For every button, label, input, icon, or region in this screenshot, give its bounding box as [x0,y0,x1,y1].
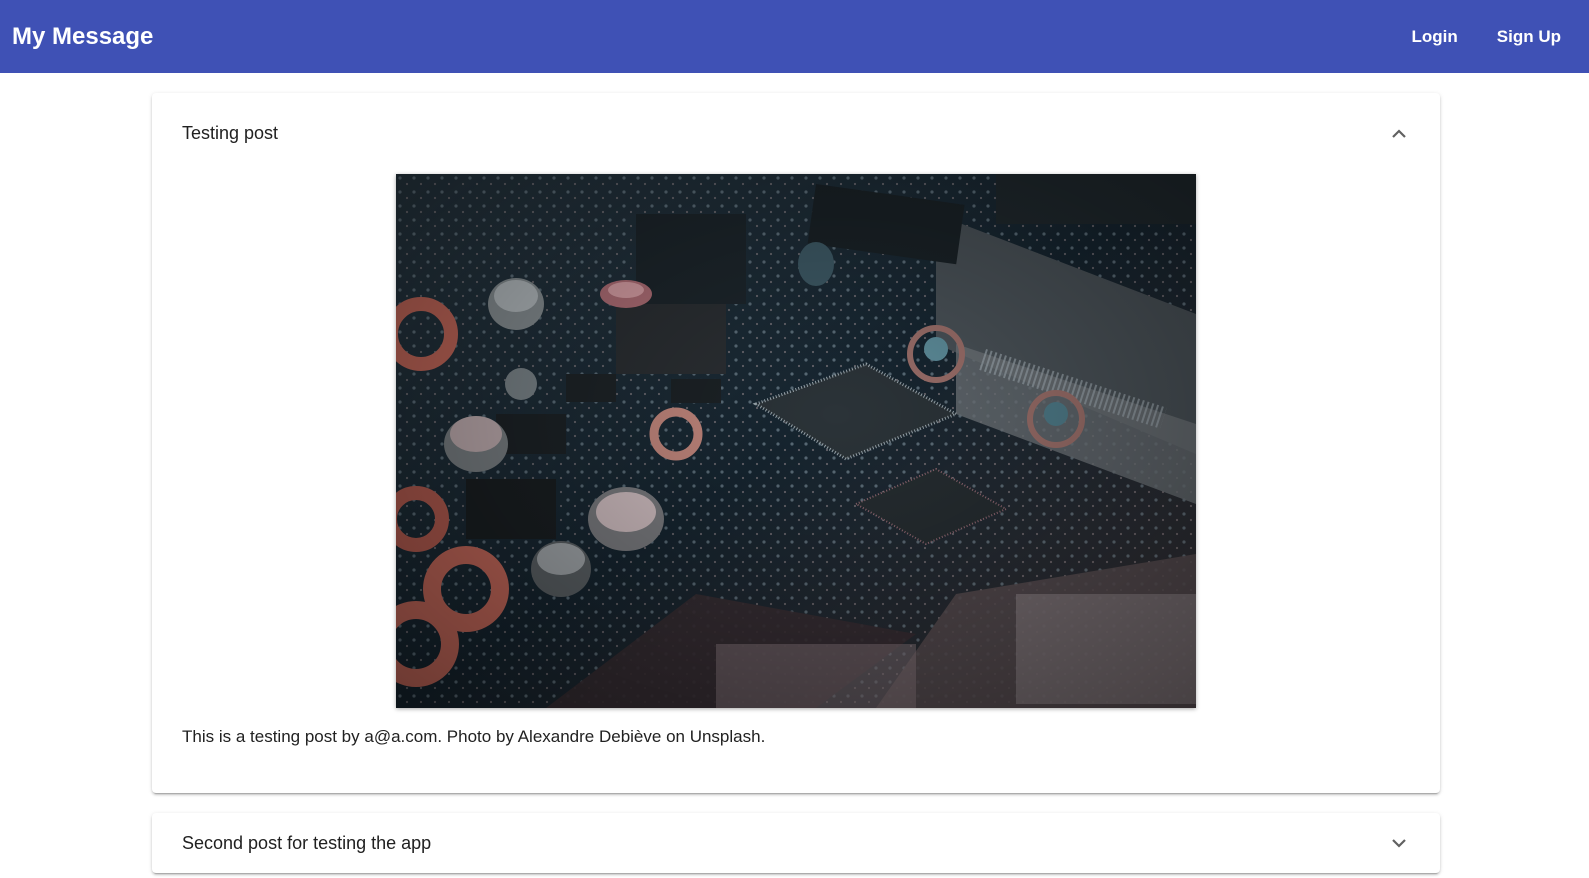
post-title: Testing post [182,122,279,143]
post-panel-header[interactable]: Second post for testing the app [152,813,1440,873]
post-panel-collapsed: Second post for testing the app [152,813,1440,873]
post-title: Second post for testing the app [182,832,432,853]
signup-button[interactable]: Sign Up [1497,27,1561,47]
app-title[interactable]: My Message [12,23,153,51]
chevron-down-icon[interactable] [1390,834,1408,852]
post-panel-expanded: Testing post This is a testing post by a… [152,93,1440,793]
login-button[interactable]: Login [1412,27,1458,47]
post-content: This is a testing post by a@a.com. Photo… [182,727,766,746]
chevron-up-icon[interactable] [1390,124,1408,142]
post-panel-header[interactable]: Testing post [152,93,1440,173]
top-toolbar: My Message Login Sign Up [0,0,1589,73]
post-image [396,174,1196,708]
